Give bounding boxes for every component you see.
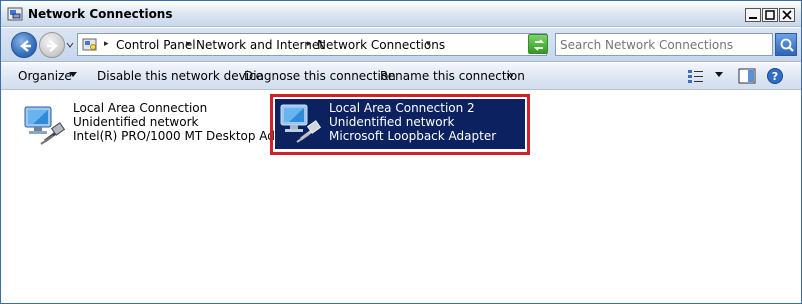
search-input[interactable]: [555, 33, 773, 56]
close-button[interactable]: [779, 8, 795, 22]
forward-button[interactable]: [39, 32, 65, 58]
recent-pages-dropdown[interactable]: [65, 40, 75, 50]
refresh-button[interactable]: [528, 34, 548, 54]
explorer-window: Network Connections ▸ Control Panel ▸ Ne…: [0, 0, 802, 304]
back-button[interactable]: [11, 32, 37, 58]
maximize-icon: [765, 10, 775, 20]
title-bar[interactable]: Network Connections: [1, 1, 801, 27]
forward-arrow-icon: [47, 40, 58, 52]
connection-item-local-area-connection[interactable]: Local Area Connection Unidentified netwo…: [23, 101, 301, 161]
preview-pane-icon[interactable]: [738, 68, 756, 84]
command-bar: Organize Disable this network device Dia…: [1, 63, 801, 90]
breadcrumb-separator-icon[interactable]: ▸: [104, 39, 109, 49]
help-icon[interactable]: ?: [766, 68, 784, 84]
breadcrumb-separator-icon[interactable]: ▸: [307, 39, 312, 49]
breadcrumb-separator-icon[interactable]: ▸: [186, 39, 191, 49]
breadcrumb-separator-icon[interactable]: ▾: [426, 39, 431, 49]
refresh-icon: [533, 39, 545, 51]
connection-name: Local Area Connection: [73, 101, 208, 115]
control-panel-icon: [81, 36, 99, 54]
breadcrumb-control-panel[interactable]: Control Panel: [116, 38, 196, 52]
back-arrow-icon: [20, 40, 31, 52]
view-options-icon[interactable]: [687, 68, 705, 84]
svg-text:?: ?: [772, 70, 778, 83]
more-commands-button[interactable]: »: [506, 68, 514, 82]
rename-connection-button[interactable]: Rename this connection: [380, 69, 525, 83]
connection-device: Intel(R) PRO/1000 MT Desktop Adap...: [73, 129, 302, 143]
search-button[interactable]: [775, 33, 797, 56]
network-adapter-icon: [23, 103, 67, 147]
address-bar-row: ▸ Control Panel ▸ Network and Internet ▸…: [1, 28, 801, 62]
maximize-button[interactable]: [762, 8, 778, 22]
diagnose-connection-button[interactable]: Diagnose this connection: [244, 69, 396, 83]
window-title: Network Connections: [28, 7, 173, 21]
minimize-button[interactable]: [745, 8, 761, 22]
organize-dropdown-icon[interactable]: [69, 72, 77, 78]
organize-button[interactable]: Organize: [18, 69, 72, 83]
disable-network-device-button[interactable]: Disable this network device: [97, 69, 263, 83]
selection-highlight-box: [270, 94, 530, 155]
network-folder-icon: [7, 6, 23, 22]
connections-list: Local Area Connection Unidentified netwo…: [1, 91, 801, 303]
address-box[interactable]: ▸ Control Panel ▸ Network and Internet ▸…: [77, 33, 547, 56]
view-dropdown-icon[interactable]: [715, 72, 723, 78]
minimize-icon: [749, 17, 757, 19]
search-icon: [780, 38, 794, 52]
breadcrumb-network-and-internet[interactable]: Network and Internet: [196, 38, 324, 52]
close-icon: [782, 10, 792, 20]
connection-status: Unidentified network: [73, 115, 199, 129]
